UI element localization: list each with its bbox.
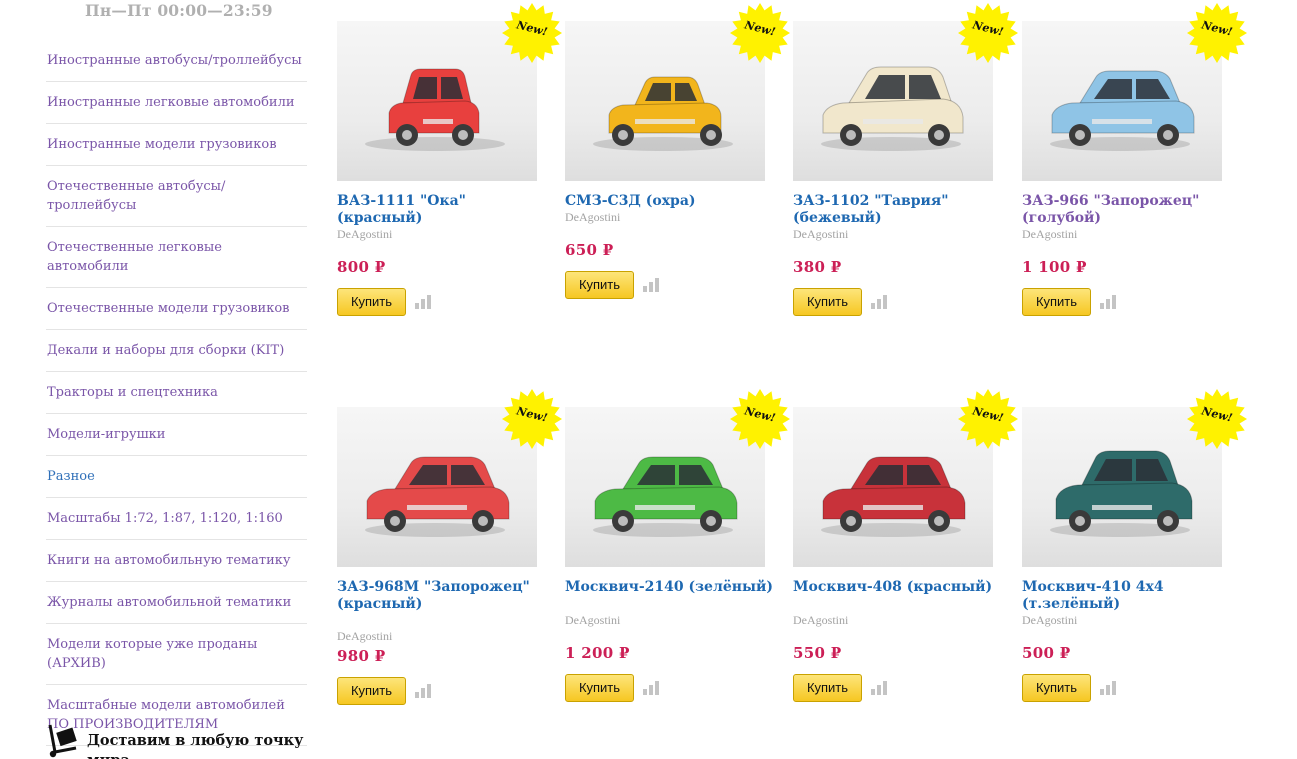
product-price: 1 200 ₽ xyxy=(565,644,630,662)
compare-icon[interactable] xyxy=(871,295,887,309)
product-price: 500 ₽ xyxy=(1022,644,1071,662)
new-badge: New! xyxy=(958,3,1018,63)
product-title-link[interactable]: ЗАЗ-1102 "Таврия" (бежевый) xyxy=(793,193,1008,227)
buy-button[interactable]: Купить xyxy=(565,674,634,702)
product-price: 800 ₽ xyxy=(337,258,386,276)
product-title-link[interactable]: Москвич-408 (красный) xyxy=(793,579,1008,596)
new-badge: New! xyxy=(730,389,790,449)
sidebar-item-foreign-cars[interactable]: Иностранные легковые автомобили xyxy=(46,82,307,124)
sidebar-item-toy-models[interactable]: Модели-игрушки xyxy=(46,414,307,456)
sidebar-item-foreign-buses[interactable]: Иностранные автобусы/троллейбусы xyxy=(46,40,307,82)
product-price: 550 ₽ xyxy=(793,644,842,662)
product-price: 980 ₽ xyxy=(337,647,386,665)
compare-icon[interactable] xyxy=(1100,295,1116,309)
buy-button[interactable]: Купить xyxy=(1022,288,1091,316)
working-hours: Пн—Пт 00:00—23:59 xyxy=(85,1,273,20)
product-title-link[interactable]: ВАЗ-1111 "Ока" (красный) xyxy=(337,193,552,227)
sidebar-item-books[interactable]: Книги на автомобильную тематику xyxy=(46,540,307,582)
new-badge: New! xyxy=(958,389,1018,449)
compare-icon[interactable] xyxy=(415,295,431,309)
product-price: 650 ₽ xyxy=(565,241,614,259)
sidebar-item-archive[interactable]: Модели которые уже проданы (АРХИВ) xyxy=(46,624,307,685)
compare-icon[interactable] xyxy=(415,684,431,698)
product-brand: DeAgostini xyxy=(565,613,621,627)
product-brand: DeAgostini xyxy=(1022,613,1078,627)
new-badge: New! xyxy=(502,389,562,449)
compare-icon[interactable] xyxy=(1100,681,1116,695)
product-brand: DeAgostini xyxy=(793,613,849,627)
new-badge: New! xyxy=(1187,3,1247,63)
sidebar-item-magazines[interactable]: Журналы автомобильной тематики xyxy=(46,582,307,624)
product-title-link[interactable]: ЗАЗ-966 "Запорожец" (голубой) xyxy=(1022,193,1237,227)
sidebar-item-foreign-trucks[interactable]: Иностранные модели грузовиков xyxy=(46,124,307,166)
product-title-link[interactable]: СМЗ-С3Д (охра) xyxy=(565,193,780,210)
sidebar-item-domestic-trucks[interactable]: Отечественные модели грузовиков xyxy=(46,288,307,330)
product-brand: DeAgostini xyxy=(337,629,393,643)
product-brand: DeAgostini xyxy=(565,210,621,224)
sidebar-item-misc[interactable]: Разное xyxy=(46,456,307,498)
product-price: 1 100 ₽ xyxy=(1022,258,1087,276)
product-brand: DeAgostini xyxy=(793,227,849,241)
buy-button[interactable]: Купить xyxy=(793,288,862,316)
buy-button[interactable]: Купить xyxy=(337,288,406,316)
sidebar-item-domestic-buses[interactable]: Отечественные автобусы/троллейбусы xyxy=(46,166,307,227)
new-badge: New! xyxy=(730,3,790,63)
category-sidebar: Иностранные автобусы/троллейбусы Иностра… xyxy=(46,40,307,746)
buy-button[interactable]: Купить xyxy=(565,271,634,299)
buy-button[interactable]: Купить xyxy=(1022,674,1091,702)
buy-button[interactable]: Купить xyxy=(337,677,406,705)
new-badge: New! xyxy=(502,3,562,63)
new-badge: New! xyxy=(1187,389,1247,449)
cart-icon xyxy=(48,724,77,758)
product-title-link[interactable]: ЗАЗ-968М "Запорожец" (красный) xyxy=(337,579,552,613)
compare-icon[interactable] xyxy=(643,278,659,292)
product-price: 380 ₽ xyxy=(793,258,842,276)
compare-icon[interactable] xyxy=(871,681,887,695)
buy-button[interactable]: Купить xyxy=(793,674,862,702)
product-brand: DeAgostini xyxy=(337,227,393,241)
sidebar-item-domestic-cars[interactable]: Отечественные легковые автомобили xyxy=(46,227,307,288)
delivery-text: Доставим в любую точку мира xyxy=(87,732,304,759)
product-title-link[interactable]: Москвич-410 4x4 (т.зелёный) xyxy=(1022,579,1237,613)
delivery-banner: Доставим в любую точку мира xyxy=(46,724,308,759)
sidebar-item-scales[interactable]: Масштабы 1:72, 1:87, 1:120, 1:160 xyxy=(46,498,307,540)
product-title-link[interactable]: Москвич-2140 (зелёный) xyxy=(565,579,780,596)
compare-icon[interactable] xyxy=(643,681,659,695)
sidebar-item-decals-kits[interactable]: Декали и наборы для сборки (KIT) xyxy=(46,330,307,372)
sidebar-item-tractors[interactable]: Тракторы и спецтехника xyxy=(46,372,307,414)
product-brand: DeAgostini xyxy=(1022,227,1078,241)
